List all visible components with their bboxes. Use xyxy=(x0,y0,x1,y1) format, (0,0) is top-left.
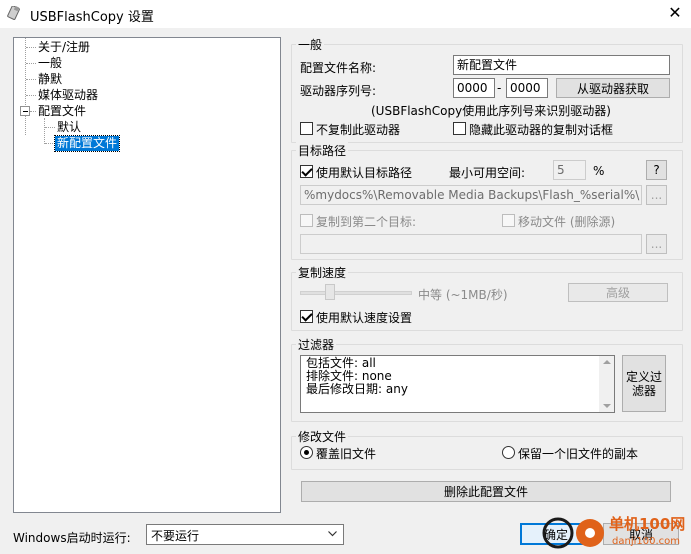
hide-dialog-checkbox[interactable] xyxy=(453,122,466,135)
move-files-label: 移动文件 (删除源) xyxy=(518,215,616,229)
speed-group-label: 复制速度 xyxy=(296,264,349,281)
percent-sign: % xyxy=(593,164,605,178)
tree-item-default[interactable]: 默认 xyxy=(57,120,81,135)
use-default-target-label: 使用默认目标路径 xyxy=(316,166,413,180)
tree-item-media-drives[interactable]: 媒体驱动器 xyxy=(38,88,98,103)
serial-part2-input[interactable]: 0000 xyxy=(506,78,548,98)
tree-item-profiles[interactable]: 配置文件 xyxy=(38,104,86,119)
keep-copy-radio[interactable] xyxy=(502,446,515,459)
overwrite-radio[interactable] xyxy=(300,446,313,459)
chevron-down-icon xyxy=(328,531,337,537)
speed-value-text: 中等 (~1MB/秒) xyxy=(418,288,508,302)
tree-item-silent[interactable]: 静默 xyxy=(38,72,62,87)
help-button[interactable]: ? xyxy=(646,160,667,180)
keep-copy-label: 保留一个旧文件的副本 xyxy=(518,447,639,461)
target-path-input[interactable]: %mydocs%\Removable Media Backups\Flash_%… xyxy=(300,185,642,205)
second-target-checkbox[interactable] xyxy=(300,214,313,227)
collapse-profiles-icon[interactable] xyxy=(20,106,30,116)
hide-dialog-label: 隐藏此驱动器的复制对话框 xyxy=(469,123,614,137)
second-target-input[interactable] xyxy=(300,234,642,254)
overwrite-label: 覆盖旧文件 xyxy=(316,447,377,461)
serial-dash: - xyxy=(497,81,502,95)
filter-date-line: 最后修改日期: any xyxy=(306,382,408,396)
tree-item-about[interactable]: 关于/注册 xyxy=(38,40,90,55)
no-copy-checkbox[interactable] xyxy=(300,122,313,135)
use-default-target-checkbox[interactable] xyxy=(300,165,313,178)
get-from-drive-button[interactable]: 从驱动器获取 xyxy=(556,78,670,98)
filter-group-label: 过滤器 xyxy=(296,336,337,353)
watermark-logo-icon xyxy=(542,517,604,549)
serial-part1-input[interactable]: 0000 xyxy=(453,78,495,98)
watermark-text: 单机100网 xyxy=(609,515,686,533)
startup-select-value: 不要运行 xyxy=(151,529,200,543)
watermark-subtext: danji100.com xyxy=(612,536,680,547)
tree-item-general[interactable]: 一般 xyxy=(38,56,62,71)
define-filter-button[interactable]: 定义过 滤器 xyxy=(622,355,666,412)
min-space-label: 最小可用空间: xyxy=(449,166,526,180)
general-group-label: 一般 xyxy=(296,36,325,53)
move-files-checkbox[interactable] xyxy=(502,214,515,227)
define-filter-line2: 滤器 xyxy=(631,383,656,398)
browse-second-target-button[interactable]: ... xyxy=(646,234,667,254)
profile-name-input[interactable]: 新配置文件 xyxy=(453,55,670,75)
modified-group-label: 修改文件 xyxy=(296,428,349,445)
usb-app-icon xyxy=(7,6,20,20)
serial-label: 驱动器序列号: xyxy=(300,84,377,98)
startup-label: Windows启动时运行: xyxy=(13,531,131,545)
speed-slider-track[interactable] xyxy=(300,291,412,295)
profile-name-label: 配置文件名称: xyxy=(300,61,377,75)
second-target-label: 复制到第二个目标: xyxy=(316,215,417,229)
startup-select[interactable]: 不要运行 xyxy=(146,524,344,545)
serial-note: (USBFlashCopy使用此序列号来识别驱动器) xyxy=(371,104,611,118)
target-group-label: 目标路径 xyxy=(296,142,349,159)
min-space-input[interactable]: 5 xyxy=(553,160,586,180)
delete-profile-button[interactable]: 删除此配置文件 xyxy=(301,481,671,502)
browse-target-button[interactable]: ... xyxy=(646,185,667,205)
define-filter-line1: 定义过 xyxy=(625,369,662,384)
speed-slider-thumb[interactable] xyxy=(325,284,335,300)
advanced-speed-button[interactable]: 高级 xyxy=(568,283,668,302)
use-default-speed-label: 使用默认速度设置 xyxy=(316,311,413,325)
settings-tree[interactable]: 关于/注册 一般 静默 媒体驱动器 配置文件 默认 新配置文件 xyxy=(13,37,281,513)
no-copy-label: 不复制此驱动器 xyxy=(316,123,401,137)
tree-item-new-profile[interactable]: 新配置文件 xyxy=(53,135,121,152)
filter-summary-box[interactable]: 包括文件: all 排除文件: none 最后修改日期: any xyxy=(300,355,615,413)
close-button[interactable]: ✕ xyxy=(662,1,688,25)
use-default-speed-checkbox[interactable] xyxy=(300,310,313,323)
window-title: USBFlashCopy 设置 xyxy=(30,10,154,25)
filter-scrollbar[interactable] xyxy=(599,356,614,412)
